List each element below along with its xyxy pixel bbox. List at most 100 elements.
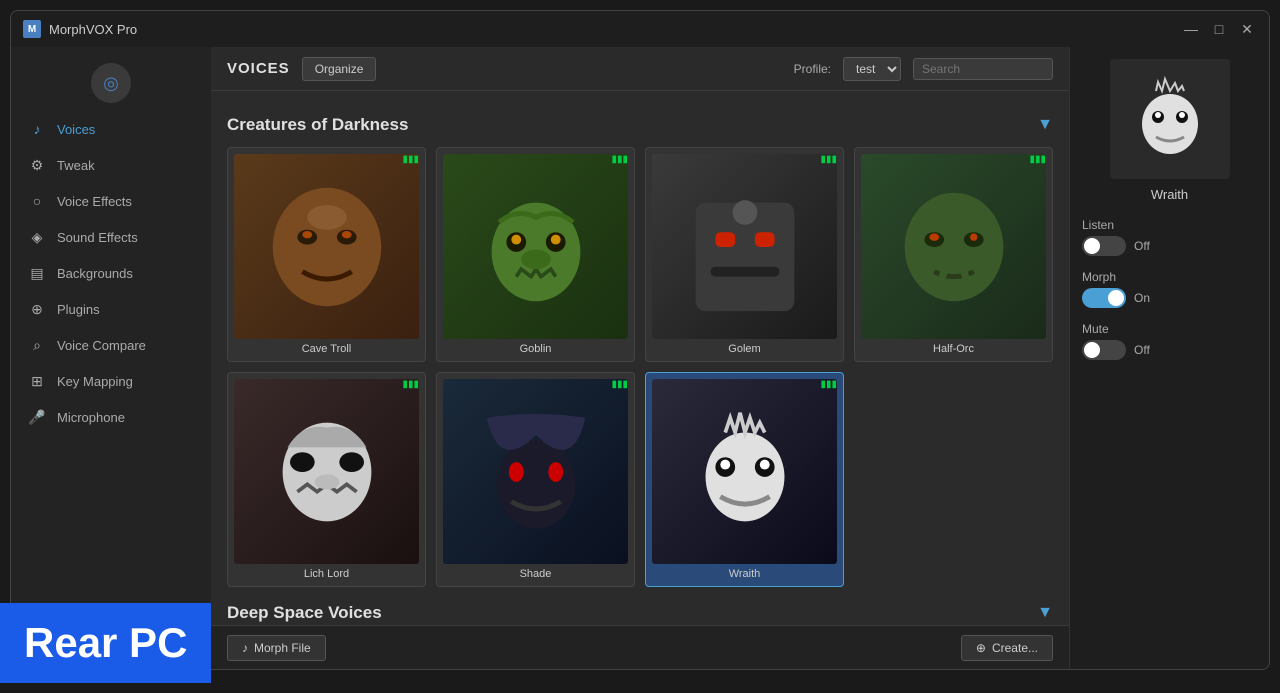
sidebar-label-key-mapping: Key Mapping [57,374,133,389]
portrait-img-cave-troll [234,154,419,339]
sidebar-item-key-mapping[interactable]: ⊞ Key Mapping [11,363,211,399]
plugins-icon: ⊕ [27,299,47,319]
voice-card-shade[interactable]: ▮▮▮ [436,372,635,587]
bottom-bar: ♪ Morph File ⊕ Create... [211,625,1069,669]
sidebar-label-sound-effects: Sound Effects [57,230,138,245]
morph-state: On [1134,291,1150,305]
voices-icon: ♪ [27,119,47,139]
shade-svg [462,398,610,546]
voice-name-golem: Golem [728,343,760,355]
portrait-img-golem [652,154,837,339]
listen-control: Listen Off [1082,218,1257,256]
sidebar-label-backgrounds: Backgrounds [57,266,133,281]
sidebar-item-sound-effects[interactable]: ◈ Sound Effects [11,219,211,255]
create-icon: ⊕ [976,641,986,655]
backgrounds-icon: ▤ [27,263,47,283]
voice-portrait-goblin [443,154,628,339]
category-header-deep-space: Deep Space Voices ▼ [227,603,1053,623]
profile-select[interactable]: test [843,57,901,81]
morph-control: Morph On [1082,270,1257,308]
organize-button[interactable]: Organize [302,57,377,81]
sidebar-item-tweak[interactable]: ⚙ Tweak [11,147,211,183]
microphone-icon: 🎤 [27,407,47,427]
voice-portrait-cave-troll [234,154,419,339]
signal-icon-shade: ▮▮▮ [611,379,628,390]
goblin-svg [462,173,610,321]
voice-compare-icon: ⌕ [27,335,47,355]
sidebar-label-tweak: Tweak [57,158,95,173]
sidebar-item-voices[interactable]: ♪ Voices [11,111,211,147]
voice-name-lich-lord: Lich Lord [304,568,349,580]
mute-state: Off [1134,343,1150,357]
sidebar: ◎ ♪ Voices ⚙ Tweak ○ Voice Effects ◈ Sou… [11,47,211,669]
close-button[interactable]: ✕ [1237,19,1257,39]
signal-icon-wraith: ▮▮▮ [820,379,837,390]
window-controls: — □ ✕ [1181,19,1257,39]
voice-card-cave-troll[interactable]: ▮▮▮ [227,147,426,362]
category-arrow-creatures[interactable]: ▼ [1037,116,1053,134]
sidebar-label-voice-compare: Voice Compare [57,338,146,353]
voice-name-wraith: Wraith [729,568,761,580]
profile-label: Profile: [794,62,831,76]
mute-control: Mute Off [1082,322,1257,360]
portrait-img-half-orc [861,154,1046,339]
maximize-button[interactable]: □ [1209,19,1229,39]
signal-icon-golem: ▮▮▮ [820,154,837,165]
app-body: ◎ ♪ Voices ⚙ Tweak ○ Voice Effects ◈ Sou… [11,47,1269,669]
signal-icon-half-orc: ▮▮▮ [1029,154,1046,165]
selected-voice-name: Wraith [1151,187,1188,202]
morph-toggle-row: On [1082,288,1257,308]
voice-portrait-wraith [652,379,837,564]
listen-label: Listen [1082,218,1257,232]
mute-toggle[interactable] [1082,340,1126,360]
sidebar-item-plugins[interactable]: ⊕ Plugins [11,291,211,327]
mute-toggle-row: Off [1082,340,1257,360]
voice-name-half-orc: Half-Orc [933,343,974,355]
title-bar: M MorphVOX Pro — □ ✕ [11,11,1269,47]
voice-portrait-lich-lord [234,379,419,564]
voice-card-half-orc[interactable]: ▮▮▮ [854,147,1053,362]
category-arrow-deep-space[interactable]: ▼ [1037,604,1053,622]
logo-icon: ◎ [103,73,119,94]
listen-state: Off [1134,239,1150,253]
category-title-deep-space: Deep Space Voices [227,603,382,623]
sidebar-item-voice-compare[interactable]: ⌕ Voice Compare [11,327,211,363]
right-panel: Wraith Listen Off Morph On [1069,47,1269,669]
voice-card-lich-lord[interactable]: ▮▮▮ [227,372,426,587]
morph-file-icon: ♪ [242,641,248,655]
mute-toggle-knob [1084,342,1100,358]
portrait-img-shade [443,379,628,564]
morph-label: Morph [1082,270,1257,284]
listen-toggle[interactable] [1082,236,1126,256]
watermark-text: Rear PC [24,619,187,666]
sidebar-item-microphone[interactable]: 🎤 Microphone [11,399,211,435]
voice-card-golem[interactable]: ▮▮▮ [645,147,844,362]
voice-portrait-shade [443,379,628,564]
signal-icon-lich-lord: ▮▮▮ [402,379,419,390]
sidebar-item-backgrounds[interactable]: ▤ Backgrounds [11,255,211,291]
portrait-img-lich-lord [234,379,419,564]
voice-card-goblin[interactable]: ▮▮▮ [436,147,635,362]
voice-grid-creatures: ▮▮▮ [227,147,1053,587]
morph-file-button[interactable]: ♪ Morph File [227,635,326,661]
sidebar-item-voice-effects[interactable]: ○ Voice Effects [11,183,211,219]
app-title: MorphVOX Pro [49,22,1181,37]
selected-voice-preview [1110,59,1230,179]
category-title-creatures: Creatures of Darkness [227,115,408,135]
morph-toggle[interactable] [1082,288,1126,308]
golem-svg [671,173,819,321]
listen-toggle-knob [1084,238,1100,254]
voice-card-wraith[interactable]: ▮▮▮ [645,372,844,587]
sidebar-label-microphone: Microphone [57,410,125,425]
category-header-creatures: Creatures of Darkness ▼ [227,115,1053,135]
category-deep-space: Deep Space Voices ▼ ▮▮▮ [227,603,1053,625]
sidebar-logo: ◎ [91,63,131,103]
listen-toggle-row: Off [1082,236,1257,256]
create-button[interactable]: ⊕ Create... [961,635,1053,661]
minimize-button[interactable]: — [1181,19,1201,39]
app-icon: M [23,20,41,38]
voice-portrait-golem [652,154,837,339]
voices-area: Creatures of Darkness ▼ ▮▮▮ [211,91,1069,625]
signal-icon-goblin: ▮▮▮ [611,154,628,165]
search-input[interactable] [913,58,1053,80]
